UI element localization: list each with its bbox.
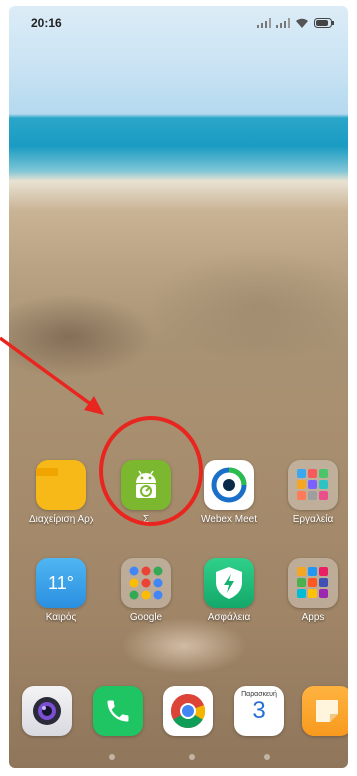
webex-icon	[204, 460, 254, 510]
dock-calendar[interactable]: Παρασκευή 3	[227, 686, 291, 736]
nav-dot	[189, 754, 195, 760]
wifi-icon	[296, 18, 308, 28]
dock-camera[interactable]	[15, 686, 79, 736]
app-label: Apps	[301, 612, 325, 623]
app-label: Σ	[142, 514, 150, 525]
app-label: Ασφάλεια	[207, 612, 251, 623]
chrome-icon	[163, 686, 213, 736]
app-security[interactable]: Ασφάλεια	[197, 558, 261, 624]
nav-dot	[109, 754, 115, 760]
android-app-icon	[121, 460, 171, 510]
weather-icon: 11°	[36, 558, 86, 608]
app-label: Καιρός	[45, 612, 77, 623]
tools-folder-icon	[288, 460, 338, 510]
weather-temp: 11°	[48, 572, 74, 593]
folder-icon	[36, 460, 86, 510]
app-label: Google	[129, 612, 163, 623]
app-weather[interactable]: 11° Καιρός	[29, 558, 93, 624]
google-folder-icon	[121, 558, 171, 608]
battery-icon	[314, 18, 334, 28]
nav-dot	[264, 754, 270, 760]
status-icons	[257, 18, 334, 29]
dock-phone[interactable]	[86, 686, 150, 736]
dock-notes[interactable]	[295, 686, 348, 736]
app-webex-meet[interactable]: Webex Meet	[197, 460, 261, 526]
app-apps-folder[interactable]: Apps	[281, 558, 345, 624]
screenshot-frame: 20:16 Διαχείριση Αρχείων	[0, 0, 357, 776]
notes-icon	[302, 686, 348, 736]
app-google-folder[interactable]: Google	[114, 558, 178, 624]
status-time: 20:16	[31, 16, 62, 30]
calendar-icon: Παρασκευή 3	[234, 686, 284, 736]
app-tools-folder[interactable]: Εργαλεία	[281, 460, 345, 526]
app-label: Webex Meet	[201, 514, 257, 525]
dock-chrome[interactable]	[156, 686, 220, 736]
signal-icon	[257, 18, 271, 28]
app-file-manager[interactable]: Διαχείριση Αρχείων	[29, 460, 93, 526]
camera-icon	[22, 686, 72, 736]
home-screen: 20:16 Διαχείριση Αρχείων	[9, 6, 348, 768]
calendar-day-number: 3	[252, 697, 266, 724]
phone-icon	[93, 686, 143, 736]
app-label: Εργαλεία	[292, 514, 334, 525]
security-shield-icon	[204, 558, 254, 608]
signal-icon-2	[276, 18, 290, 28]
app-android[interactable]: Σ	[114, 460, 178, 526]
apps-folder-icon	[288, 558, 338, 608]
app-label: Διαχείριση Αρχείων	[29, 514, 93, 525]
status-bar: 20:16	[9, 6, 348, 40]
